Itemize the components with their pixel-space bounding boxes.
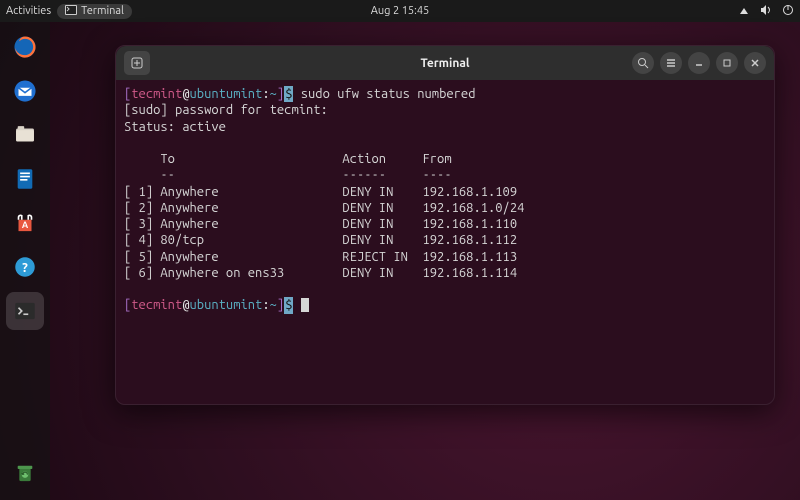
search-button[interactable] <box>632 52 654 74</box>
help-icon[interactable]: ? <box>6 248 44 286</box>
svg-text:A: A <box>22 220 29 230</box>
minimize-button[interactable] <box>688 52 710 74</box>
dock: A ? <box>0 22 50 500</box>
volume-icon[interactable] <box>760 4 772 19</box>
maximize-button[interactable] <box>716 52 738 74</box>
topbar-app-label: Terminal <box>81 5 124 17</box>
network-icon[interactable] <box>738 4 750 19</box>
terminal-icon[interactable] <box>6 292 44 330</box>
window-title: Terminal <box>420 57 469 70</box>
window-titlebar[interactable]: Terminal <box>116 46 774 80</box>
firefox-icon[interactable] <box>6 28 44 66</box>
close-button[interactable] <box>744 52 766 74</box>
new-tab-button[interactable] <box>124 51 150 75</box>
trash-icon[interactable] <box>6 454 44 492</box>
terminal-small-icon <box>65 5 77 18</box>
topbar-app-indicator[interactable]: Terminal <box>57 4 132 19</box>
software-icon[interactable]: A <box>6 204 44 242</box>
menu-button[interactable] <box>660 52 682 74</box>
topbar-datetime[interactable]: Aug 2 15:45 <box>371 5 430 17</box>
writer-icon[interactable] <box>6 160 44 198</box>
terminal-body[interactable]: [tecmint@ubuntumint:~]$ sudo ufw status … <box>116 80 774 404</box>
terminal-window: Terminal [tecmint@ubuntumint:~]$ sudo uf… <box>115 45 775 405</box>
activities-button[interactable]: Activities <box>6 5 51 17</box>
power-icon[interactable] <box>782 4 794 19</box>
thunderbird-icon[interactable] <box>6 72 44 110</box>
svg-text:?: ? <box>22 261 28 275</box>
gnome-topbar: Activities Terminal Aug 2 15:45 <box>0 0 800 22</box>
files-icon[interactable] <box>6 116 44 154</box>
